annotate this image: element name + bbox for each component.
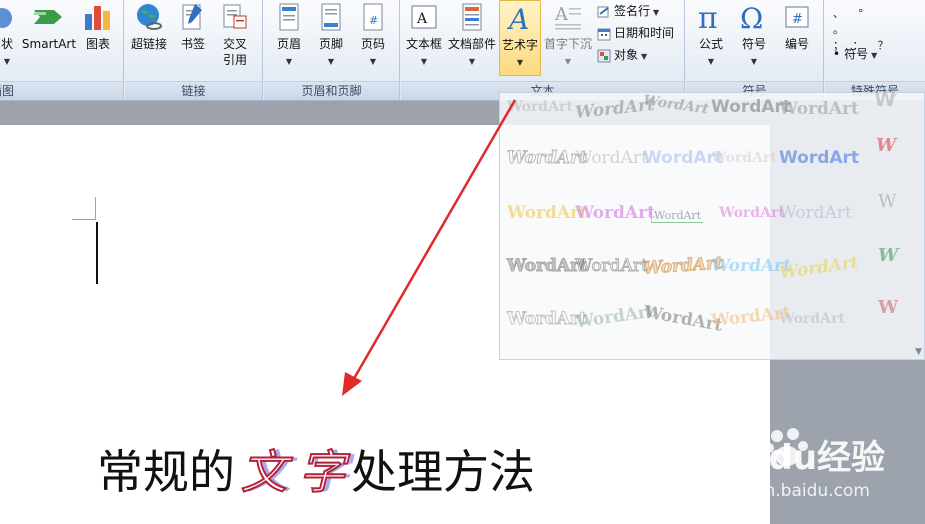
watermark-brand: Baidu经验	[708, 438, 886, 478]
caption-right-text: 处理方法	[351, 445, 535, 499]
watermark-url: jingyan.baidu.com	[713, 481, 870, 501]
caption-wordart-char-1: 文	[240, 444, 288, 500]
document-caption: 常规的文字处理方法	[97, 436, 535, 502]
caption-left-text: 常规的	[97, 445, 235, 499]
caption-wordart-char-2: 字	[298, 444, 346, 500]
